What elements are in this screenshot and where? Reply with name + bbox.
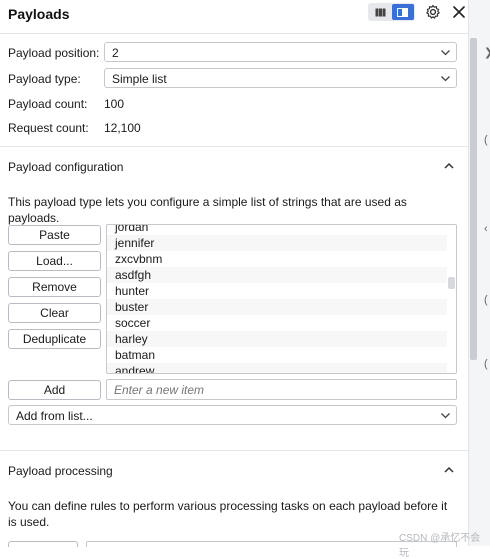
- load-button[interactable]: Load...: [8, 251, 101, 271]
- add-from-list-label: Add from list...: [16, 409, 93, 423]
- layout-toggle[interactable]: [368, 3, 415, 21]
- add-from-list-select[interactable]: Add from list...: [8, 405, 457, 425]
- columns-icon: [375, 8, 386, 16]
- list-item[interactable]: asdfgh: [107, 267, 447, 283]
- chevron-up-icon[interactable]: [442, 159, 456, 173]
- deduplicate-button[interactable]: Deduplicate: [8, 329, 101, 349]
- payload-position-select[interactable]: 2: [104, 42, 457, 62]
- payload-list-items: jordan jennifer zxcvbnm asdfgh hunter bu…: [107, 225, 447, 373]
- payload-processing-description: You can define rules to perform various …: [8, 499, 448, 529]
- divider: [0, 450, 468, 451]
- request-count-value: 12,100: [104, 121, 141, 135]
- panel-header: Payloads: [0, 0, 468, 34]
- chevron-up-icon[interactable]: [442, 463, 456, 477]
- paste-button[interactable]: Paste: [8, 225, 101, 245]
- panel-scrollbar-thumb[interactable]: [470, 38, 477, 360]
- caret-icon: ‹: [484, 223, 488, 235]
- list-item[interactable]: batman: [107, 347, 447, 363]
- divider: [0, 146, 468, 147]
- payload-configuration-title: Payload configuration: [8, 160, 124, 174]
- request-count-label: Request count:: [8, 121, 89, 135]
- add-button[interactable]: Add: [8, 380, 101, 400]
- split-panel-icon: [397, 7, 409, 17]
- bracket-icon: (: [484, 134, 488, 146]
- panel-title: Payloads: [8, 6, 70, 22]
- settings-button[interactable]: [424, 3, 442, 21]
- gear-icon: [426, 4, 440, 19]
- clear-button[interactable]: Clear: [8, 303, 101, 323]
- payload-processing-title: Payload processing: [8, 464, 113, 478]
- list-item[interactable]: jennifer: [107, 235, 447, 251]
- chevron-down-icon: [441, 50, 450, 56]
- payloads-panel: Payloads Payload position: 2 Payload typ…: [0, 0, 468, 547]
- list-item[interactable]: buster: [107, 299, 447, 315]
- payload-count-value: 100: [104, 97, 125, 111]
- remove-button[interactable]: Remove: [8, 277, 101, 297]
- new-item-input[interactable]: [106, 379, 457, 400]
- list-scrollbar-thumb[interactable]: [448, 277, 455, 289]
- payload-configuration-description: This payload type lets you configure a s…: [8, 195, 407, 225]
- list-item[interactable]: zxcvbnm: [107, 251, 447, 267]
- watermark: CSDN @承忆不会玩: [399, 533, 481, 559]
- payload-list[interactable]: jordan jennifer zxcvbnm asdfgh hunter bu…: [106, 224, 457, 374]
- chevron-down-icon: [441, 76, 450, 82]
- list-item[interactable]: andrew: [107, 363, 447, 373]
- chevron-right-icon: ❯: [484, 46, 490, 59]
- layout-horizontal-button[interactable]: [369, 4, 392, 20]
- list-item[interactable]: jordan: [107, 225, 447, 235]
- list-item[interactable]: harley: [107, 331, 447, 347]
- payload-position-label: Payload position:: [8, 46, 100, 60]
- bracket-icon: (: [484, 294, 488, 306]
- layout-vertical-button[interactable]: [391, 4, 414, 20]
- payload-type-value: Simple list: [112, 72, 167, 86]
- bracket-icon: (: [484, 358, 488, 370]
- payload-count-label: Payload count:: [8, 97, 88, 111]
- chevron-down-icon: [441, 413, 450, 419]
- list-item[interactable]: hunter: [107, 283, 447, 299]
- payload-position-value: 2: [112, 46, 119, 60]
- close-icon: [453, 6, 465, 18]
- list-item[interactable]: soccer: [107, 315, 447, 331]
- payload-type-label: Payload type:: [8, 72, 81, 86]
- payload-type-select[interactable]: Simple list: [104, 68, 457, 88]
- close-button[interactable]: [450, 3, 468, 21]
- processing-add-button[interactable]: [8, 541, 78, 547]
